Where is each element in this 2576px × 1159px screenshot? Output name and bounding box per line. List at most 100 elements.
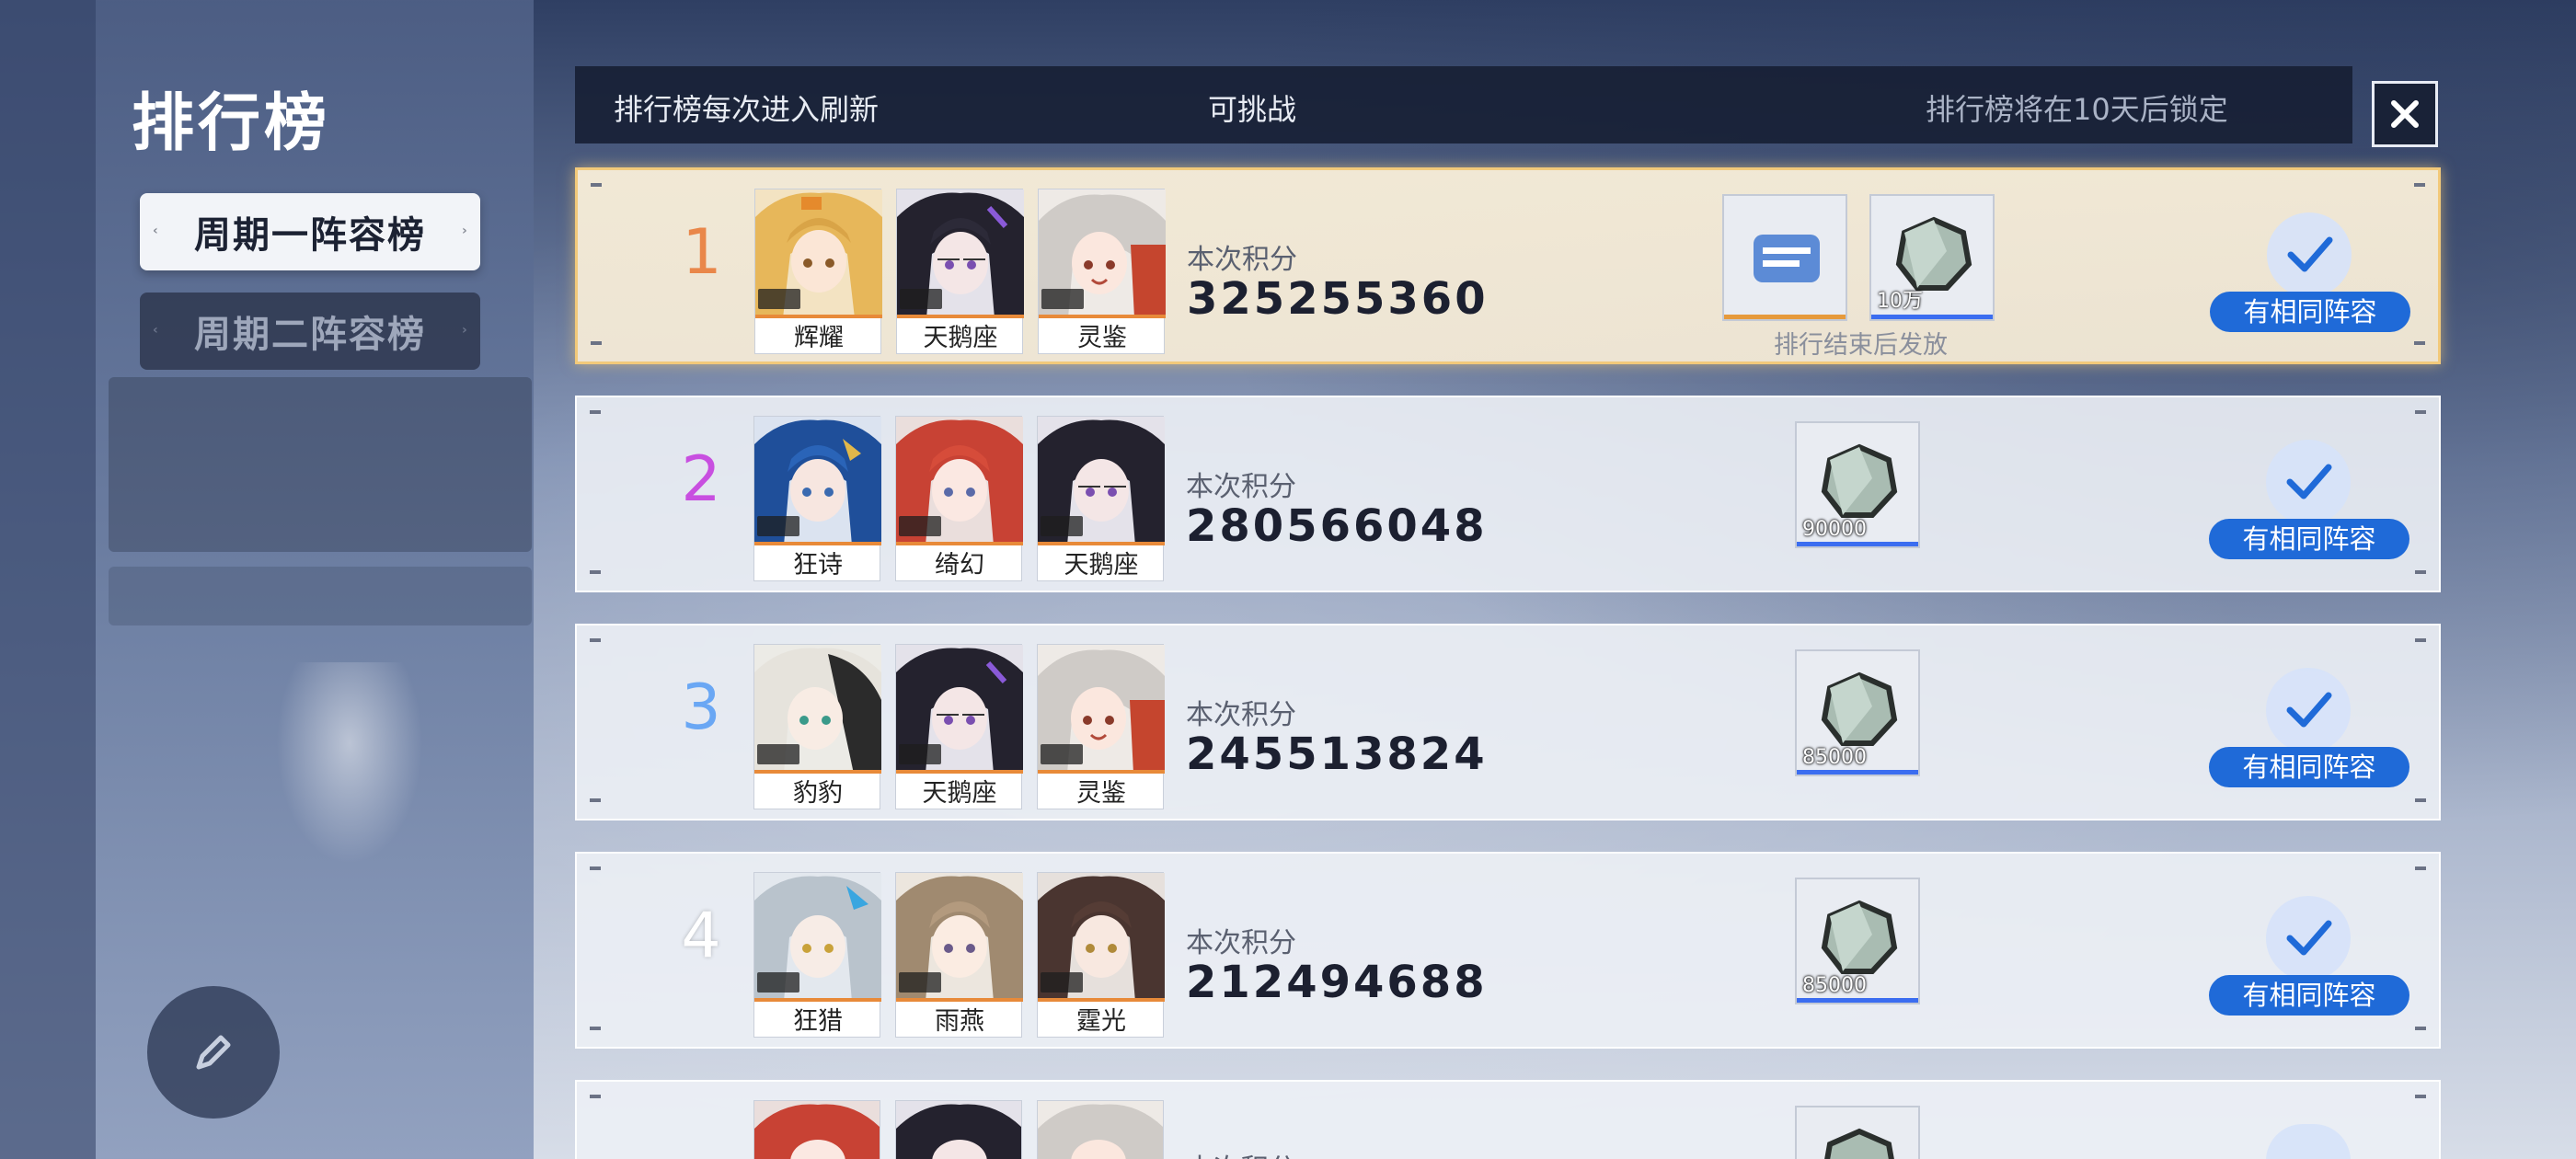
rarity-bar bbox=[1871, 315, 1993, 319]
character-portrait bbox=[1039, 189, 1166, 318]
leaderboard-row[interactable]: 4 狂猎 雨燕 霆光 本次积分 212494688 85000 有相同阵容 bbox=[575, 852, 2441, 1049]
same-lineup-badge[interactable]: 有相同阵容 bbox=[2209, 519, 2409, 559]
tab-period-one-lineup[interactable]: ‹ 周期一阵容榜 › bbox=[140, 193, 480, 270]
character-card[interactable] bbox=[1037, 1100, 1164, 1159]
character-name: 天鹅座 bbox=[923, 324, 998, 352]
leaderboard-row[interactable]: 2 狂诗 绮幻 天鹅座 本次积分 280566048 90000 有相同阵容 bbox=[575, 396, 2441, 592]
row-corner-mark bbox=[2415, 798, 2426, 802]
reward-item[interactable]: 10万 bbox=[1869, 194, 1995, 321]
character-card[interactable]: 天鹅座 bbox=[895, 644, 1023, 809]
character-card[interactable]: 霆光 bbox=[1037, 872, 1165, 1038]
character-name: 霆光 bbox=[1076, 1007, 1126, 1036]
score-label: 本次积分 bbox=[1186, 699, 1296, 731]
tab-right-mark: › bbox=[462, 224, 469, 238]
reward-item[interactable]: 85000 bbox=[1795, 878, 1920, 1004]
reward-item[interactable]: 85000 bbox=[1795, 649, 1920, 776]
reward-quantity: 85000 bbox=[1802, 746, 1867, 769]
rank-number: 4 bbox=[681, 900, 721, 972]
close-button[interactable] bbox=[2372, 81, 2438, 147]
character-card[interactable]: 灵鉴 bbox=[1038, 189, 1166, 354]
row-corner-mark bbox=[590, 798, 601, 802]
reward-quantity: 10万 bbox=[1877, 290, 1923, 313]
same-lineup-check bbox=[2266, 896, 2351, 981]
tab-period-two-lineup[interactable]: ‹ 周期二阵容榜 › bbox=[140, 293, 480, 370]
same-lineup-badge[interactable]: 有相同阵容 bbox=[2209, 747, 2409, 787]
character-card[interactable]: 灵鉴 bbox=[1037, 644, 1165, 809]
score-label: 本次积分 bbox=[1186, 471, 1296, 503]
same-lineup-badge[interactable]: 有相同阵容 bbox=[2209, 975, 2409, 1016]
row-corner-mark bbox=[2414, 341, 2425, 345]
character-portrait bbox=[754, 873, 881, 1002]
character-card[interactable] bbox=[895, 1100, 1022, 1159]
row-corner-mark bbox=[590, 638, 601, 642]
sidebar bbox=[0, 0, 534, 1159]
leaderboard-row[interactable]: 1 辉耀 天鹅座 灵鉴 本次积分 325255360 10万 排行结束后发放 有… bbox=[575, 167, 2441, 364]
reward-quantity: 90000 bbox=[1802, 518, 1867, 541]
character-name: 豹豹 bbox=[793, 779, 843, 808]
leaderboard-row[interactable]: 本次积分 bbox=[575, 1080, 2441, 1159]
lock-note: 排行榜将在10天后锁定 bbox=[1926, 92, 2228, 127]
crystal-currency-icon bbox=[1797, 1107, 1918, 1159]
character-name: 灵鉴 bbox=[1076, 779, 1126, 808]
page-title: 排行榜 bbox=[132, 87, 331, 160]
character-portrait bbox=[896, 645, 1023, 774]
character-card[interactable]: 豹豹 bbox=[753, 644, 881, 809]
character-card[interactable]: 天鹅座 bbox=[1037, 416, 1165, 581]
character-portrait bbox=[754, 1101, 880, 1159]
character-portrait bbox=[1038, 417, 1165, 545]
character-name: 狂猎 bbox=[793, 1007, 843, 1036]
score-label: 本次积分 bbox=[1186, 1146, 1296, 1159]
row-corner-mark bbox=[2414, 183, 2425, 187]
leaderboard-header: 排行榜每次进入刷新 可挑战 排行榜将在10天后锁定 bbox=[575, 66, 2352, 143]
character-card[interactable]: 绮幻 bbox=[895, 416, 1023, 581]
same-lineup-check bbox=[2266, 668, 2351, 752]
checkmark-icon bbox=[2286, 692, 2332, 728]
reward-item[interactable]: 90000 bbox=[1795, 421, 1920, 548]
close-icon bbox=[2391, 100, 2419, 128]
rarity-bar bbox=[1724, 315, 1846, 319]
character-name: 雨燕 bbox=[935, 1007, 984, 1036]
character-portrait bbox=[1038, 873, 1165, 1002]
character-name: 天鹅座 bbox=[1064, 551, 1139, 580]
character-card[interactable]: 雨燕 bbox=[895, 872, 1023, 1038]
weapon-type-icon bbox=[757, 744, 799, 764]
edit-button[interactable] bbox=[147, 986, 280, 1119]
character-card[interactable] bbox=[753, 1100, 880, 1159]
tab-left-mark: ‹ bbox=[153, 323, 160, 338]
reward-item[interactable] bbox=[1722, 194, 1847, 321]
character-card[interactable]: 狂诗 bbox=[753, 416, 881, 581]
character-portrait bbox=[1038, 645, 1165, 774]
rank-number: 3 bbox=[681, 671, 721, 744]
weapon-type-icon bbox=[899, 744, 941, 764]
same-lineup-check bbox=[2266, 440, 2351, 524]
rarity-bar bbox=[1797, 998, 1918, 1003]
same-lineup-badge[interactable]: 有相同阵容 bbox=[2210, 292, 2410, 332]
row-corner-mark bbox=[591, 183, 602, 187]
row-corner-mark bbox=[2415, 866, 2426, 870]
weapon-type-icon bbox=[900, 289, 942, 309]
score-value: 212494688 bbox=[1186, 957, 1488, 1008]
row-corner-mark bbox=[590, 570, 601, 574]
tab-left-mark: ‹ bbox=[153, 224, 160, 238]
row-corner-mark bbox=[2415, 638, 2426, 642]
character-card[interactable]: 辉耀 bbox=[754, 189, 882, 354]
checkmark-icon bbox=[2286, 920, 2332, 956]
reward-quantity: 85000 bbox=[1802, 974, 1867, 997]
same-lineup-check bbox=[2266, 1124, 2351, 1159]
character-card[interactable]: 狂猎 bbox=[753, 872, 881, 1038]
title-card-reward-icon bbox=[1724, 196, 1846, 319]
character-name: 绮幻 bbox=[935, 551, 984, 580]
character-card[interactable]: 天鹅座 bbox=[896, 189, 1024, 354]
tab-right-mark: › bbox=[462, 323, 469, 338]
same-lineup-check bbox=[2267, 212, 2352, 297]
weapon-type-icon bbox=[757, 972, 799, 993]
weapon-type-icon bbox=[899, 516, 941, 536]
reward-item[interactable] bbox=[1795, 1106, 1920, 1159]
weapon-type-icon bbox=[1041, 516, 1083, 536]
row-corner-mark bbox=[2415, 1095, 2426, 1098]
character-portrait bbox=[755, 189, 882, 318]
leaderboard-row[interactable]: 3 豹豹 天鹅座 灵鉴 本次积分 245513824 85000 有相同阵容 bbox=[575, 624, 2441, 820]
rarity-bar bbox=[1797, 770, 1918, 775]
background-ghost-bar bbox=[109, 567, 532, 625]
background-ghost-panel bbox=[109, 377, 532, 552]
